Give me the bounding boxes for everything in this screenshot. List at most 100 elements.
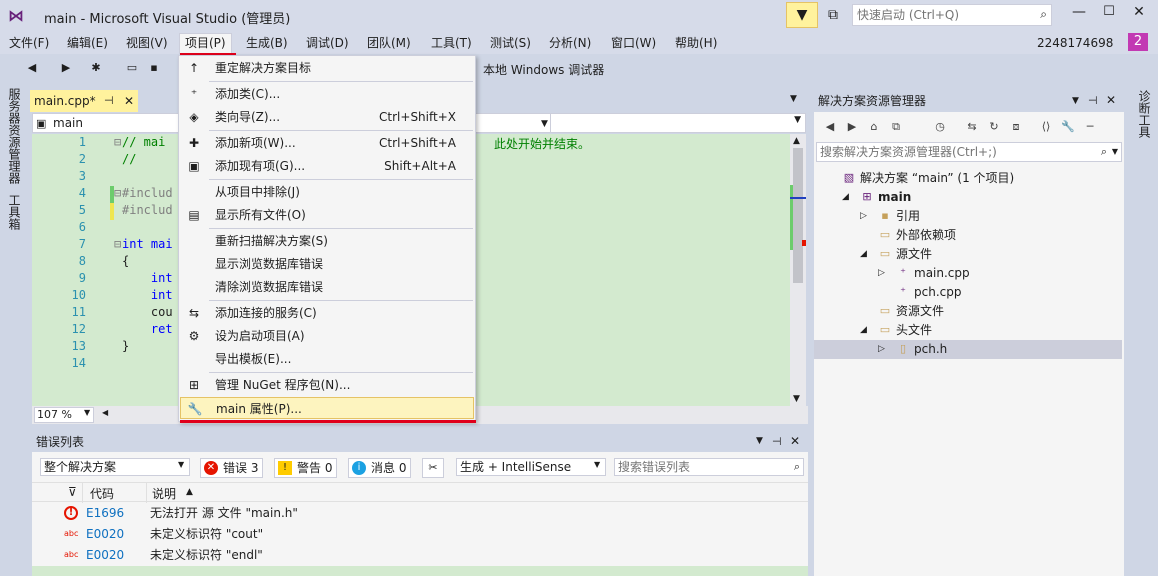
quick-launch-input[interactable] (853, 5, 1028, 25)
tree-node[interactable]: ▷ ⁺ main.cpp (814, 264, 1122, 283)
code-line[interactable]: int (122, 288, 173, 302)
tree-node[interactable]: ▧ 解决方案 “main” (1 个项目) (814, 169, 1122, 188)
messages-filter-button[interactable]: i 消息 0 (348, 458, 412, 478)
project-menu-item[interactable]: 清除浏览数据库错误 (180, 276, 474, 298)
tree-node[interactable]: ▭ 资源文件 (814, 302, 1122, 321)
forward-icon[interactable]: ▶ (58, 60, 74, 76)
menu-help[interactable]: 帮助(H) (670, 34, 722, 52)
chevron-down-icon[interactable]: ▼ (178, 460, 184, 469)
back-icon[interactable]: ◀ (822, 119, 838, 135)
open-file-icon[interactable]: ▭ (124, 60, 140, 76)
error-code-link[interactable]: E0020 (86, 524, 124, 545)
menu-analyze[interactable]: 分析(N) (544, 34, 596, 52)
build-filter-dropdown[interactable]: 生成 + IntelliSense (456, 458, 606, 476)
notification-filter-icon[interactable]: ▼ (786, 2, 818, 28)
project-menu-item[interactable]: ⚙ 设为启动项目(A) (180, 325, 474, 347)
project-menu-item[interactable]: 🔧 main 属性(P)... (180, 397, 474, 419)
menu-project[interactable]: 项目(P) (179, 33, 232, 54)
menu-debug[interactable]: 调试(D) (301, 34, 354, 52)
pending-changes-filter-icon[interactable]: ◷ (932, 119, 948, 135)
column-header-description[interactable]: 说明 (152, 485, 176, 502)
expander-icon[interactable]: ▷ (860, 207, 870, 226)
expander-icon[interactable]: ▷ (878, 340, 888, 359)
search-icon[interactable]: ⌕ (794, 460, 800, 474)
project-menu-item[interactable]: ◈ 类向导(Z)... Ctrl+Shift+X (180, 106, 474, 128)
error-code-link[interactable]: E1696 (86, 503, 124, 524)
code-line[interactable]: // (122, 152, 136, 166)
code-line[interactable]: int (122, 271, 173, 285)
feedback-icon[interactable]: ⧉ (822, 4, 844, 26)
project-menu-item[interactable]: 从项目中排除(J) (180, 181, 474, 203)
scroll-left-icon[interactable]: ◀ (102, 408, 108, 417)
error-search-input[interactable] (615, 459, 775, 475)
outline-toggle-icon[interactable]: ⊟ (114, 186, 121, 200)
expander-icon[interactable]: ◢ (842, 188, 852, 207)
error-scope-dropdown[interactable]: 整个解决方案 (40, 458, 190, 476)
quick-launch-box[interactable]: ⌕ (852, 4, 1052, 26)
close-button[interactable]: ✕ (1128, 4, 1150, 26)
tree-node[interactable]: ◢ ⊞ main (814, 188, 1122, 207)
preview-icon[interactable]: ─ (1082, 119, 1098, 135)
editor-tab-main-cpp[interactable]: main.cpp* (30, 90, 138, 112)
code-line[interactable]: { (122, 254, 129, 268)
project-menu-item[interactable]: 重新扫描解决方案(S) (180, 230, 474, 252)
solution-search-box[interactable]: ⌕ ▼ (816, 142, 1122, 162)
solution-search-input[interactable] (817, 143, 1087, 161)
code-line[interactable]: // mai (122, 135, 165, 149)
menu-team[interactable]: 团队(M) (362, 34, 416, 52)
code-line[interactable]: } (122, 339, 129, 353)
code-line[interactable]: int mai (122, 237, 173, 251)
switch-views-icon[interactable]: ⧉ (888, 119, 904, 135)
pin-icon[interactable]: ⊣ (1088, 94, 1098, 107)
project-menu-item[interactable]: ↑ 重定解决方案目标 (180, 57, 474, 79)
notification-badge[interactable]: 2 (1128, 33, 1148, 51)
scrollbar-thumb[interactable] (793, 148, 803, 283)
code-line[interactable]: ret (122, 322, 173, 336)
close-icon[interactable]: ✕ (790, 434, 800, 448)
chevron-down-icon[interactable]: ▼ (756, 436, 763, 446)
project-menu-item[interactable]: ▤ 显示所有文件(O) (180, 204, 474, 226)
menu-view[interactable]: 视图(V) (121, 34, 173, 52)
outline-toggle-icon[interactable]: ⊟ (114, 135, 121, 149)
errors-filter-button[interactable]: ✕ 错误 3 (200, 458, 264, 478)
error-search-box[interactable]: ⌕ (614, 458, 804, 476)
tree-node[interactable]: ⁺ pch.cpp (814, 283, 1122, 302)
code-line-tail[interactable]: 此处开始并结束。 (494, 135, 590, 152)
wrench-icon[interactable]: 🔧 (1060, 119, 1076, 135)
project-menu-item[interactable]: ⇆ 添加连接的服务(C) (180, 302, 474, 324)
expander-icon[interactable]: ◢ (860, 245, 870, 264)
chevron-down-icon[interactable]: ▼ (790, 94, 797, 104)
menu-build[interactable]: 生成(B) (241, 34, 293, 52)
code-line[interactable]: #includ (122, 203, 173, 217)
outline-toggle-icon[interactable]: ⊟ (114, 237, 121, 251)
column-header-code[interactable]: 代码 (90, 485, 114, 502)
chevron-down-icon[interactable]: ▼ (1072, 96, 1079, 106)
menu-tools[interactable]: 工具(T) (426, 34, 477, 52)
expander-icon[interactable]: ◢ (860, 321, 870, 340)
menu-test[interactable]: 测试(S) (485, 34, 536, 52)
save-icon[interactable]: ▪ (146, 60, 162, 76)
collapse-all-icon[interactable]: ⧈ (1008, 119, 1024, 135)
warnings-filter-button[interactable]: ! 警告 0 (274, 458, 338, 478)
close-icon[interactable]: ✕ (124, 90, 134, 112)
project-menu-item[interactable]: ✚ 添加新项(W)... Ctrl+Shift+A (180, 132, 474, 154)
tree-node[interactable]: ▷ ▪ 引用 (814, 207, 1122, 226)
tree-node[interactable]: ◢ ▭ 头文件 (814, 321, 1122, 340)
diagnostic-tools-tab[interactable]: 诊断工具 (1134, 90, 1154, 138)
tree-node[interactable]: ▭ 外部依赖项 (814, 226, 1122, 245)
chevron-down-icon[interactable]: ▼ (84, 408, 90, 417)
search-icon[interactable]: ⌕ (1040, 7, 1047, 22)
chevron-down-icon[interactable]: ▼ (794, 115, 801, 125)
tree-node[interactable]: ▷ ▯ pch.h (814, 340, 1122, 359)
chevron-down-icon[interactable]: ▼ (594, 460, 600, 469)
expander-icon[interactable]: ▷ (878, 264, 888, 283)
filter-icon[interactable]: ✂ (422, 458, 444, 478)
scroll-up-icon[interactable]: ▲ (793, 136, 800, 146)
forward-icon[interactable]: ▶ (844, 119, 860, 135)
back-icon[interactable]: ◀ (24, 60, 40, 76)
menu-edit[interactable]: 编辑(E) (62, 34, 113, 52)
view-code-icon[interactable]: ⟨⟩ (1038, 119, 1054, 135)
close-icon[interactable]: ✕ (1106, 93, 1116, 107)
toolbox-tab[interactable]: 工具箱 (4, 194, 24, 230)
project-menu-item[interactable]: ⁺ 添加类(C)... (180, 83, 474, 105)
